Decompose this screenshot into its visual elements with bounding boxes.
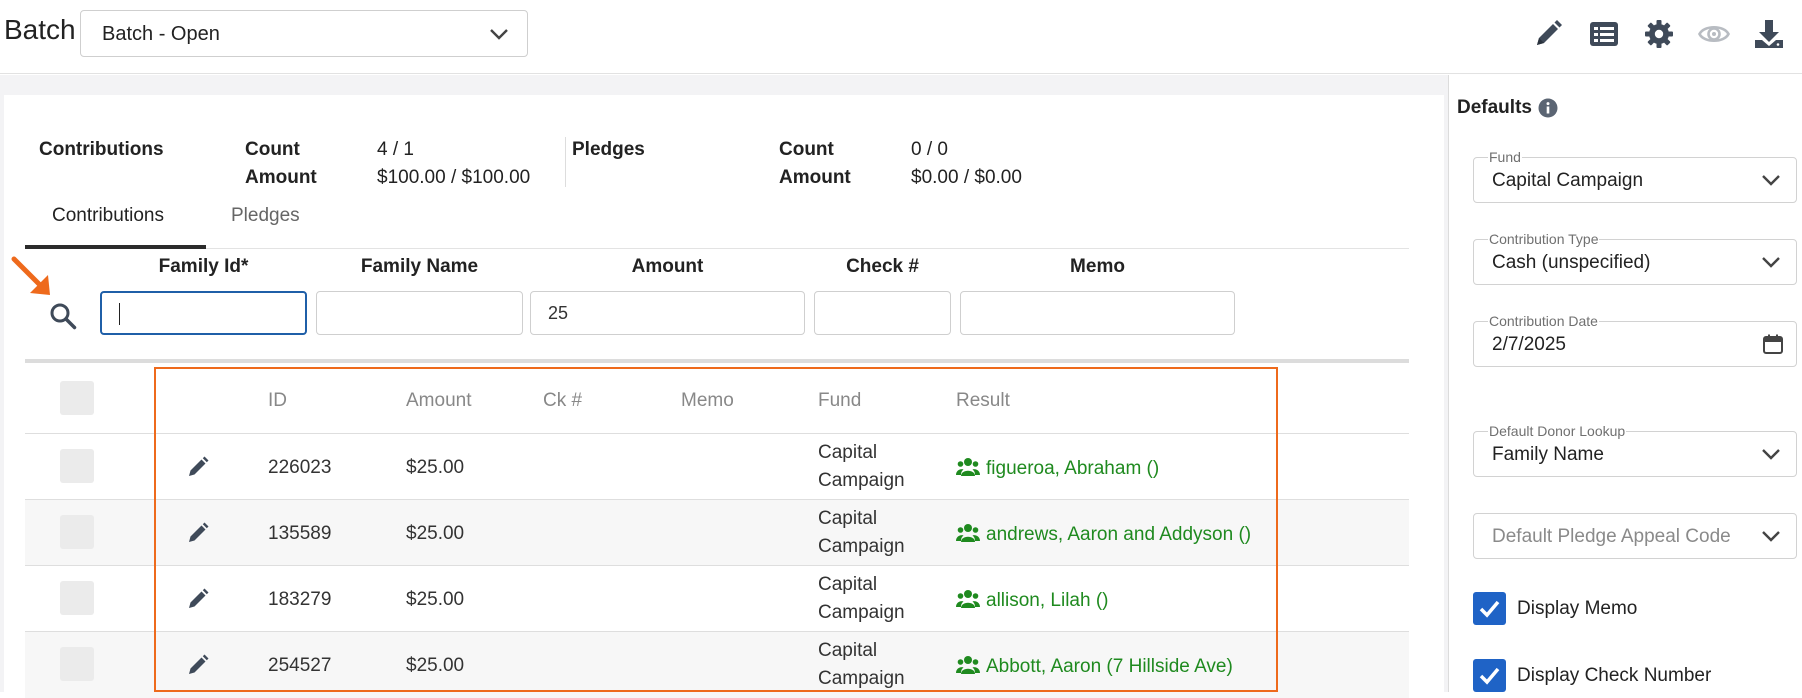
summary-contributions-label: Contributions	[39, 139, 164, 160]
checkmark-icon	[1479, 667, 1500, 685]
summary-divider	[565, 137, 566, 187]
summary-contrib-count: 4 / 1	[377, 139, 414, 160]
pencil-icon[interactable]	[1532, 18, 1564, 50]
check-number-input[interactable]	[814, 291, 951, 335]
defaults-sidebar: Defaults Fund Capital Campaign Contribut…	[1448, 75, 1802, 692]
summary-contrib-amount: $100.00 / $100.00	[377, 167, 531, 188]
family-id-input[interactable]	[100, 291, 307, 335]
row-checkbox[interactable]	[60, 581, 94, 615]
summary-pledges-label: Pledges	[572, 139, 645, 160]
summary-pledge-amount-label: Amount	[779, 167, 851, 188]
contribution-date-label: Contribution Date	[1488, 313, 1599, 329]
search-icon[interactable]	[49, 302, 77, 330]
main-area: Contributions Count Amount 4 / 1 $100.00…	[0, 75, 1448, 698]
table-top-divider	[25, 359, 1409, 363]
family-id-label: Family Id*	[158, 256, 249, 277]
gear-icon[interactable]	[1643, 18, 1675, 50]
summary-contrib-amount-label: Amount	[245, 167, 317, 188]
chevron-down-icon	[1762, 175, 1780, 186]
summary-pledge-amount: $0.00 / $0.00	[911, 167, 1022, 188]
chevron-down-icon	[1762, 257, 1780, 268]
tab-pledges[interactable]: Pledges	[231, 205, 300, 227]
batch-select[interactable]: Batch - Open	[80, 10, 528, 57]
tab-divider	[25, 248, 1409, 249]
batch-select-value: Batch - Open	[102, 23, 220, 45]
display-check-number-checkbox[interactable]	[1473, 659, 1506, 692]
checkmark-icon	[1479, 600, 1500, 618]
tab-contributions[interactable]: Contributions	[52, 205, 164, 227]
memo-input[interactable]	[960, 291, 1235, 335]
calendar-icon[interactable]	[1762, 333, 1784, 355]
eye-icon[interactable]	[1698, 18, 1730, 50]
contribution-type-select[interactable]: Contribution Type Cash (unspecified)	[1473, 231, 1797, 285]
family-name-input[interactable]	[316, 291, 523, 335]
top-bar: Batch Batch - Open	[0, 0, 1802, 74]
select-all-checkbox[interactable]	[60, 381, 94, 415]
family-name-label: Family Name	[360, 256, 479, 277]
display-check-number-label: Display Check Number	[1517, 665, 1712, 686]
pledge-appeal-placeholder: Default Pledge Appeal Code	[1492, 526, 1731, 547]
donor-lookup-label: Default Donor Lookup	[1488, 423, 1627, 439]
pledge-appeal-select[interactable]: Default Pledge Appeal Code	[1473, 513, 1797, 559]
batch-panel: Contributions Count Amount 4 / 1 $100.00…	[4, 95, 1444, 698]
text-caret	[119, 303, 120, 326]
chevron-down-icon	[1762, 531, 1780, 542]
contribution-type-label: Contribution Type	[1488, 231, 1600, 247]
row-checkbox[interactable]	[60, 449, 94, 483]
fund-select[interactable]: Fund Capital Campaign	[1473, 149, 1797, 203]
memo-label: Memo	[1070, 256, 1125, 277]
donor-lookup-value: Family Name	[1492, 444, 1604, 465]
active-tab-indicator	[25, 245, 206, 249]
list-icon[interactable]	[1588, 18, 1620, 50]
summary-pledge-count: 0 / 0	[911, 139, 948, 160]
summary-contrib-count-label: Count	[245, 139, 300, 160]
fund-select-label: Fund	[1488, 149, 1522, 165]
row-checkbox[interactable]	[60, 515, 94, 549]
page-title: Batch	[4, 14, 76, 45]
amount-label: Amount	[631, 256, 704, 277]
arrow-annotation-icon	[11, 256, 50, 295]
download-icon[interactable]	[1753, 18, 1785, 50]
contribution-type-value: Cash (unspecified)	[1492, 252, 1651, 273]
highlight-annotation-box	[154, 367, 1278, 692]
chevron-down-icon	[490, 29, 508, 40]
contribution-date-value: 2/7/2025	[1492, 334, 1566, 355]
display-memo-checkbox[interactable]	[1473, 592, 1506, 625]
contribution-date-field[interactable]: Contribution Date 2/7/2025	[1473, 313, 1797, 367]
display-memo-label: Display Memo	[1517, 598, 1638, 619]
row-checkbox[interactable]	[60, 647, 94, 681]
fund-select-value: Capital Campaign	[1492, 170, 1644, 191]
chevron-down-icon	[1762, 449, 1780, 460]
donor-lookup-select[interactable]: Default Donor Lookup Family Name	[1473, 423, 1797, 477]
check-number-label: Check #	[846, 256, 919, 277]
summary-pledge-count-label: Count	[779, 139, 834, 160]
defaults-title: Defaults	[1457, 97, 1532, 118]
amount-input[interactable]: 25	[530, 291, 805, 335]
info-icon[interactable]	[1538, 98, 1558, 118]
